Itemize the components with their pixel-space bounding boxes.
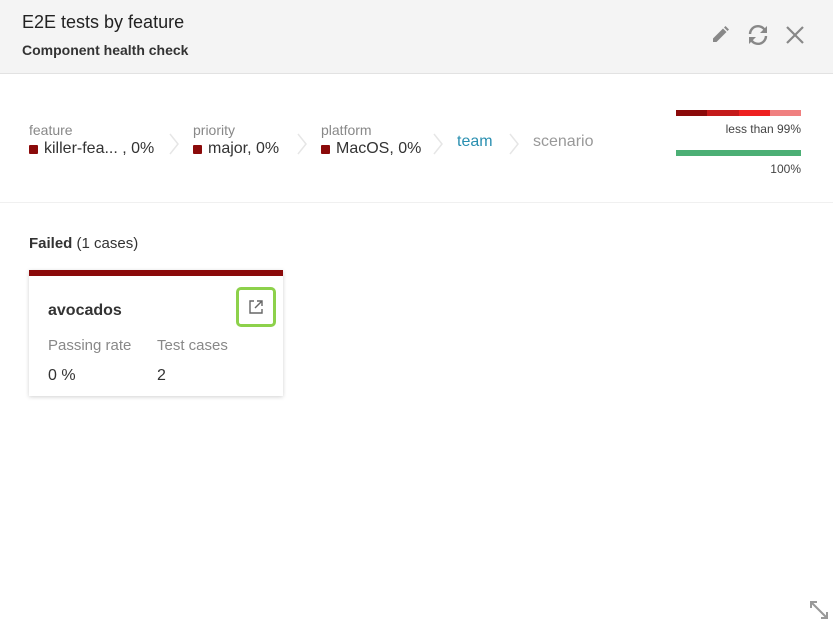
legend-passing-bar [676, 150, 801, 156]
result-card[interactable]: avocados Passing rate Test cases 0 % 2 [29, 270, 283, 396]
breadcrumb-priority[interactable]: priority major, 0% [193, 122, 279, 158]
legend-passing-label: 100% [770, 162, 801, 176]
chevron-right-icon [169, 133, 179, 155]
close-icon[interactable] [782, 22, 808, 48]
resize-handle[interactable] [808, 600, 830, 620]
open-external-button[interactable] [236, 287, 276, 327]
breadcrumb-value: major, 0% [208, 140, 280, 157]
breadcrumb-label: priority [193, 122, 236, 138]
status-square [321, 144, 330, 154]
status-square [29, 144, 38, 154]
pencil-icon[interactable] [707, 22, 733, 48]
breadcrumb-value: MacOS, 0% [336, 140, 422, 157]
passing-rate-label: Passing rate [48, 337, 132, 354]
open-external-icon [249, 300, 263, 314]
card-title: avocados [48, 302, 122, 319]
section-title: Failed (1 cases) [29, 235, 138, 252]
chevron-right-icon [433, 133, 443, 155]
breadcrumb-value: killer-fea... , 0% [44, 140, 155, 157]
resize-icon [810, 601, 828, 619]
legend-failing: less than 99% [676, 110, 801, 136]
legend-passing: 100% [676, 150, 801, 176]
legend-failing-label: less than 99% [725, 122, 801, 136]
passing-rate-value: 0 % [48, 367, 76, 384]
chevron-right-icon [297, 133, 307, 155]
widget-title: E2E tests by feature [22, 12, 185, 32]
test-cases-label: Test cases [157, 337, 228, 354]
test-cases-value: 2 [157, 367, 166, 384]
status-square [193, 144, 202, 154]
section-count: (1 cases) [76, 235, 139, 252]
breadcrumb-label: feature [29, 122, 73, 138]
breadcrumb-label: platform [321, 122, 372, 138]
breadcrumb: feature killer-fea... , 0% priority majo… [0, 74, 833, 203]
widget-header: E2E tests by feature Component health ch… [0, 0, 833, 74]
breadcrumb-scenario[interactable]: scenario [533, 133, 593, 151]
section-status: Failed [29, 235, 73, 252]
legend-failing-bar [676, 110, 801, 116]
breadcrumb-platform[interactable]: platform MacOS, 0% [321, 122, 421, 158]
refresh-icon[interactable] [745, 22, 771, 48]
chevron-right-icon [509, 133, 519, 155]
widget-subtitle: Component health check [22, 42, 189, 58]
breadcrumb-team[interactable]: team [457, 133, 493, 151]
breadcrumb-feature[interactable]: feature killer-fea... , 0% [29, 122, 154, 158]
